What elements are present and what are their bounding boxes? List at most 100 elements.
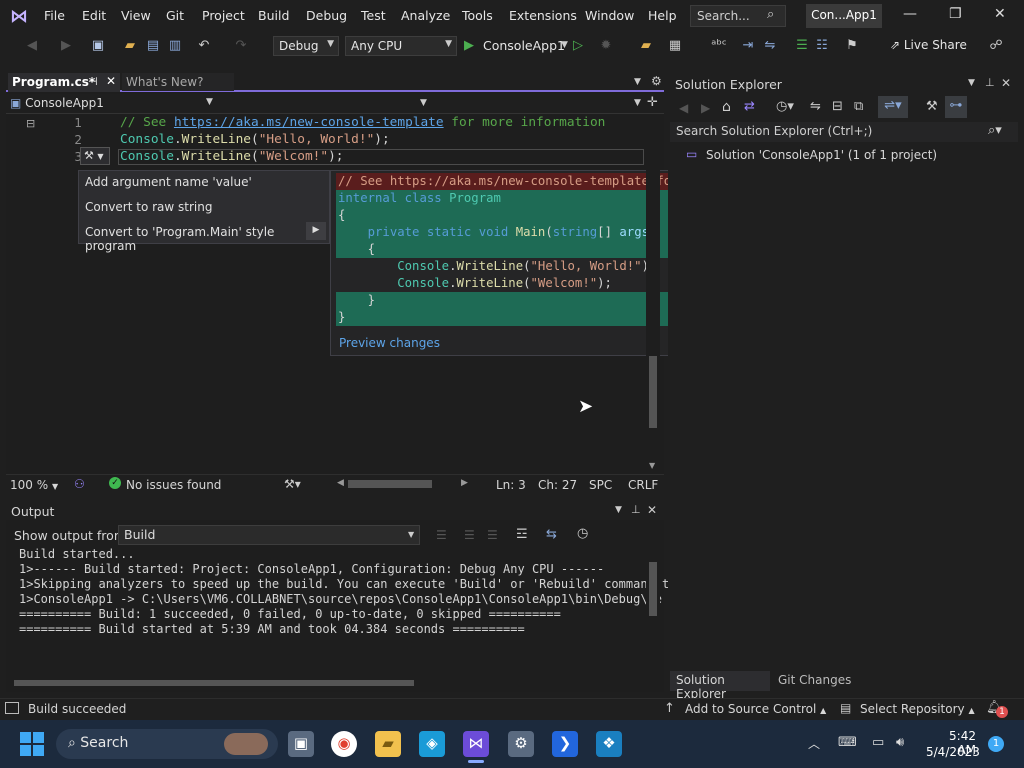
chrome-icon[interactable]: ◉: [331, 731, 357, 757]
forward-icon[interactable]: ▶: [701, 101, 710, 115]
pending-changes-filter-icon[interactable]: ⊶: [945, 96, 967, 118]
quick-actions-lightbulb-button[interactable]: ⚒ ▼: [80, 147, 110, 165]
quick-action-convert-program-main[interactable]: Convert to 'Program.Main' style program: [85, 225, 329, 253]
tab-whats-new[interactable]: What's New?: [122, 73, 234, 91]
select-repository-button[interactable]: Select Repository ▲: [860, 702, 975, 716]
horizontal-scroll-thumb[interactable]: [348, 480, 432, 488]
split-editor-icon[interactable]: ✛: [647, 95, 658, 110]
package-icon[interactable]: ❖: [596, 731, 622, 757]
solution-search-input[interactable]: Search Solution Explorer (Ctrl+;) ⌕▾: [670, 122, 1018, 142]
close-window-icon[interactable]: ✕: [994, 6, 1006, 22]
submenu-arrow-icon[interactable]: ▶: [306, 222, 326, 240]
minimize-icon[interactable]: —: [903, 6, 917, 22]
pin-icon[interactable]: ⊣: [88, 75, 98, 88]
quick-action-convert-raw-string[interactable]: Convert to raw string: [85, 200, 213, 214]
scroll-right-icon[interactable]: ▶: [461, 478, 468, 488]
output-scroll-thumb[interactable]: [649, 562, 657, 616]
menu-tools[interactable]: Tools: [462, 8, 493, 23]
layout-icon[interactable]: ▦: [667, 38, 683, 54]
show-all-files-icon[interactable]: ⧉: [854, 99, 863, 114]
collapse-all-icon[interactable]: ⊟: [832, 99, 843, 114]
undo-icon[interactable]: ↶: [196, 38, 212, 54]
clear-all-icon[interactable]: ☲: [516, 527, 528, 542]
char-indicator[interactable]: Ch: 27: [538, 478, 577, 492]
spell-check-icon[interactable]: ᵃᵇᶜ: [711, 38, 727, 54]
menu-edit[interactable]: Edit: [82, 8, 106, 23]
home-icon[interactable]: ⌂: [722, 99, 731, 115]
menu-file[interactable]: File: [44, 8, 65, 23]
start-target-label[interactable]: ConsoleApp1: [483, 38, 565, 53]
scroll-down-icon[interactable]: ▼: [649, 461, 655, 470]
notification-center-badge[interactable]: 1: [988, 736, 1004, 752]
configuration-dropdown[interactable]: Debug ▼: [273, 36, 339, 56]
code-cleanup-icon[interactable]: ⚒▾: [284, 477, 301, 491]
pending-changes-icon[interactable]: ◷▾: [776, 99, 794, 114]
network-icon[interactable]: ▭: [872, 735, 884, 750]
close-tab-icon[interactable]: ✕: [106, 74, 116, 88]
menu-debug[interactable]: Debug: [306, 8, 347, 23]
solution-tree-item[interactable]: Solution 'ConsoleApp1' (1 of 1 project): [706, 148, 937, 162]
window-position-icon[interactable]: ▼: [968, 78, 975, 88]
new-project-icon[interactable]: ▣: [90, 38, 106, 54]
live-share-button[interactable]: ⇗ Live Share: [890, 38, 967, 52]
windows-start-icon[interactable]: [20, 732, 44, 756]
menu-build[interactable]: Build: [258, 8, 289, 23]
start-debugging-icon[interactable]: ▶: [464, 38, 474, 53]
tab-program-cs[interactable]: Program.cs* ⊣ ✕: [8, 73, 120, 92]
save-icon[interactable]: ▤: [145, 38, 161, 54]
window-position-icon[interactable]: ▼: [615, 505, 622, 515]
clock-date[interactable]: 5/4/2023: [926, 745, 980, 759]
volume-icon[interactable]: 🔊︎: [896, 735, 904, 750]
menu-view[interactable]: View: [121, 8, 151, 23]
platform-dropdown[interactable]: Any CPU ▼: [345, 36, 457, 56]
azure-data-studio-icon[interactable]: ❯: [552, 731, 578, 757]
show-hidden-icons-icon[interactable]: ︿: [808, 735, 820, 752]
menu-analyze[interactable]: Analyze: [401, 8, 450, 23]
bookmark-icon[interactable]: ⚑: [844, 38, 860, 54]
copilot-icon[interactable]: ⚇: [74, 477, 85, 491]
menu-extensions[interactable]: Extensions: [509, 8, 577, 23]
back-icon[interactable]: ◀: [679, 101, 688, 115]
feedback-icon[interactable]: ☍: [988, 38, 1004, 54]
save-all-icon[interactable]: ▥: [167, 38, 183, 54]
zoom-level-dropdown[interactable]: 100 % ▼: [10, 478, 58, 492]
redo-icon[interactable]: ↷: [233, 38, 249, 54]
member-dropdown2-chevron-icon[interactable]: ▼: [634, 98, 641, 108]
tab-git-changes[interactable]: Git Changes: [778, 673, 851, 687]
solution-name-badge[interactable]: Con...App1: [806, 4, 882, 28]
comment-icon[interactable]: ☰: [794, 38, 810, 54]
line-ending-indicator[interactable]: CRLF: [628, 478, 658, 492]
next-message-icon[interactable]: ☰: [487, 528, 498, 542]
chevron-down-icon[interactable]: ▼: [561, 40, 568, 50]
search-box[interactable]: Search... ⌕: [690, 5, 786, 27]
visual-studio-installer-icon[interactable]: ◈: [419, 731, 445, 757]
member-dropdown-chevron-icon[interactable]: ▼: [420, 98, 427, 108]
hot-reload-icon[interactable]: ✹: [598, 38, 614, 54]
start-without-debugging-icon[interactable]: ▷: [573, 38, 583, 53]
compare-icon[interactable]: ⇋: [762, 38, 778, 54]
tab-overflow-icon[interactable]: ▼: [634, 77, 641, 87]
issues-status[interactable]: No issues found: [126, 478, 221, 492]
step-icon[interactable]: ⇥: [740, 38, 756, 54]
settings-gear-icon[interactable]: ⚙: [508, 731, 534, 757]
code-line-3[interactable]: Console.WriteLine("Welcom!");: [120, 149, 343, 164]
word-wrap-icon[interactable]: ⇆: [546, 527, 557, 542]
output-horizontal-scroll-thumb[interactable]: [14, 680, 414, 686]
find-message-icon[interactable]: ☰: [436, 528, 447, 542]
uncomment-icon[interactable]: ☷: [814, 38, 830, 54]
output-status-icon[interactable]: [5, 702, 19, 714]
restore-icon[interactable]: ❐: [949, 6, 962, 22]
keyboard-icon[interactable]: ⌨: [838, 735, 857, 750]
settings-icon[interactable]: ⚙: [651, 74, 662, 88]
open-folder-icon[interactable]: ▰: [122, 38, 138, 54]
task-view-icon[interactable]: ▣: [288, 731, 314, 757]
preview-changes-link[interactable]: Preview changes: [339, 336, 440, 350]
editor-scroll-thumb[interactable]: [649, 356, 657, 428]
sync-icon[interactable]: ⇋: [810, 99, 821, 114]
scroll-left-icon[interactable]: ◀: [337, 478, 344, 488]
code-comment-link[interactable]: https://aka.ms/new-console-template: [174, 115, 444, 130]
back-icon[interactable]: ◀: [24, 38, 40, 54]
file-explorer-icon[interactable]: ▰: [375, 731, 401, 757]
menu-test[interactable]: Test: [361, 8, 386, 23]
tab-solution-explorer[interactable]: Solution Explorer: [670, 671, 770, 701]
